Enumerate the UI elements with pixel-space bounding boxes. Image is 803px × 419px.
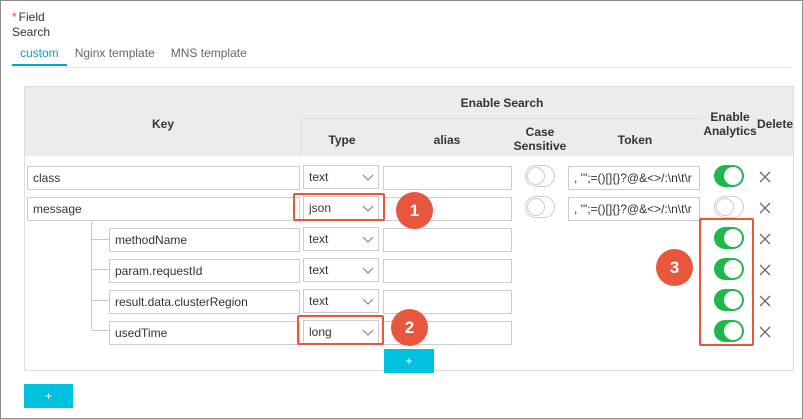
header-divider — [302, 118, 702, 119]
toggle-knob — [527, 167, 545, 185]
table-header: Key Enable Search Type alias Case Sensit… — [25, 87, 793, 156]
tab-nginx-template[interactable]: Nginx template — [67, 44, 163, 66]
type-select-value: text — [309, 263, 329, 277]
add-field-button[interactable]: + — [24, 384, 73, 408]
token-input[interactable] — [568, 197, 700, 221]
callout-badge-3: 3 — [656, 249, 693, 286]
header-analytics-line2: Analytics — [703, 124, 757, 138]
field-label-line1: Field — [18, 10, 45, 24]
header-case-line2: Sensitive — [513, 139, 567, 153]
delete-icon[interactable] — [759, 202, 771, 214]
template-tabs: custom Nginx template MNS template — [12, 44, 255, 68]
delete-icon[interactable] — [759, 295, 771, 307]
enable-analytics-toggle[interactable] — [714, 165, 744, 187]
alias-input[interactable] — [383, 228, 512, 252]
key-input[interactable] — [27, 197, 300, 221]
delete-icon[interactable] — [759, 171, 771, 183]
alias-input[interactable] — [383, 166, 512, 190]
add-child-field-button[interactable]: + — [384, 349, 434, 373]
case-sensitive-toggle[interactable] — [525, 165, 555, 187]
header-key: Key — [151, 117, 174, 131]
type-select-value: text — [309, 232, 329, 246]
field-label-line2: Search — [12, 25, 51, 39]
tree-branch — [91, 330, 109, 331]
header-type: Type — [328, 133, 356, 147]
highlight-analytics-toggles — [699, 218, 754, 346]
toggle-knob — [716, 198, 734, 216]
field-search-label: * Field Search — [12, 10, 50, 40]
type-select-value: text — [309, 294, 329, 308]
enable-analytics-toggle[interactable] — [714, 196, 744, 218]
callout-badge-2: 2 — [391, 309, 428, 346]
key-input[interactable] — [109, 290, 300, 314]
highlight-long-type — [297, 315, 384, 345]
toggle-knob — [527, 198, 545, 216]
chevron-down-icon — [362, 174, 374, 181]
type-select[interactable]: text — [303, 289, 379, 313]
key-input[interactable] — [109, 228, 300, 252]
header-token: Token — [617, 133, 653, 147]
header-alias: alias — [433, 133, 461, 147]
delete-icon[interactable] — [759, 233, 771, 245]
tree-branch — [91, 300, 109, 301]
toggle-knob — [724, 167, 742, 185]
delete-icon[interactable] — [759, 264, 771, 276]
chevron-down-icon — [362, 236, 374, 243]
type-select[interactable]: text — [303, 165, 379, 189]
key-input[interactable] — [109, 321, 300, 345]
header-enable-search: Enable Search — [460, 96, 544, 110]
callout-badge-1: 1 — [396, 192, 433, 229]
type-select-value: text — [309, 170, 329, 184]
highlight-json-type — [293, 193, 385, 221]
chevron-down-icon — [362, 267, 374, 274]
header-analytics-line1: Enable — [710, 110, 750, 124]
delete-icon[interactable] — [759, 326, 771, 338]
tabs-divider — [12, 67, 791, 68]
header-enable-analytics: Enable Analytics — [702, 110, 758, 138]
token-input[interactable] — [568, 166, 700, 190]
header-case-sensitive: Case Sensitive — [512, 125, 568, 153]
tree-branch — [91, 269, 109, 270]
alias-input[interactable] — [383, 259, 512, 283]
header-delete: Delete — [756, 117, 794, 131]
chevron-down-icon — [362, 298, 374, 305]
required-mark: * — [12, 10, 17, 24]
tab-custom[interactable]: custom — [12, 44, 67, 66]
key-input[interactable] — [27, 166, 300, 190]
header-case-line1: Case — [525, 125, 555, 139]
tab-mns-template[interactable]: MNS template — [163, 44, 255, 66]
type-select[interactable]: text — [303, 258, 379, 282]
type-select[interactable]: text — [303, 227, 379, 251]
case-sensitive-toggle[interactable] — [525, 196, 555, 218]
tree-branch — [91, 239, 109, 240]
key-input[interactable] — [109, 259, 300, 283]
